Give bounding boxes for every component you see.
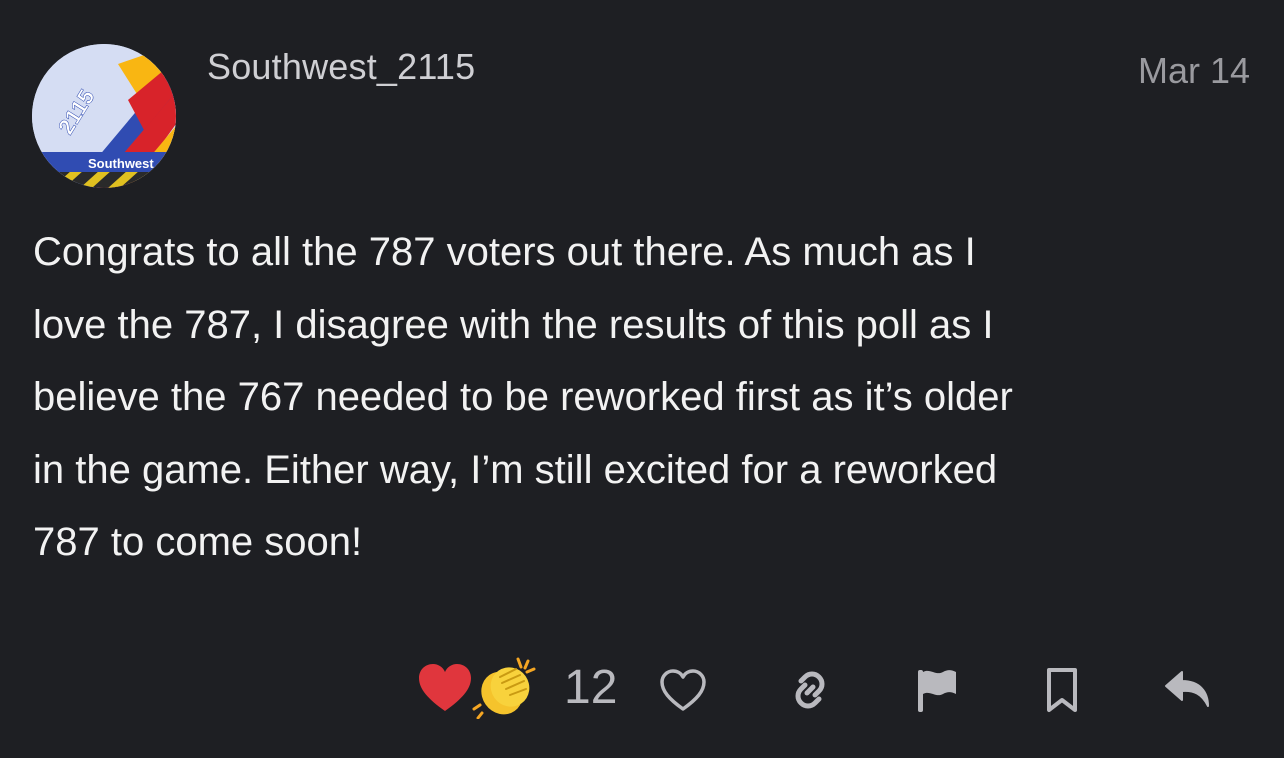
link-icon	[795, 671, 825, 709]
username-link[interactable]: Southwest_2115	[207, 46, 475, 88]
bookmark-icon	[1047, 668, 1077, 712]
forum-post: Southwest 2115 Southwest_2115 Mar 14 Con…	[0, 0, 1284, 758]
clapping-hands-icon	[472, 655, 542, 720]
post-body-line: believe the 767 needed to be reworked fi…	[33, 375, 1013, 419]
reply-button[interactable]	[1160, 662, 1216, 718]
heart-icon	[418, 663, 472, 713]
post-date[interactable]: Mar 14	[1138, 50, 1250, 92]
heart-outline-icon	[660, 669, 706, 711]
reply-icon	[1165, 671, 1209, 707]
flag-button[interactable]	[908, 662, 964, 718]
post-body: Congrats to all the 787 voters out there…	[33, 216, 1233, 579]
avatar-brand-text: Southwest	[88, 156, 154, 171]
flag-icon	[918, 670, 956, 712]
post-body-line: in the game. Either way, I’m still excit…	[33, 447, 998, 492]
like-button[interactable]	[655, 662, 711, 718]
post-body-line: 787 to come soon!	[33, 520, 363, 564]
copy-link-button[interactable]	[782, 662, 838, 718]
avatar-image: Southwest 2115	[32, 44, 176, 188]
post-body-line: love the 787, I disagree with the result…	[33, 302, 994, 347]
post-body-line: Congrats to all the 787 voters out there…	[33, 230, 976, 274]
bookmark-button[interactable]	[1034, 662, 1090, 718]
post-actions: 12	[0, 654, 1284, 724]
user-avatar[interactable]: Southwest 2115	[32, 44, 176, 188]
reaction-count: 12	[564, 661, 618, 714]
